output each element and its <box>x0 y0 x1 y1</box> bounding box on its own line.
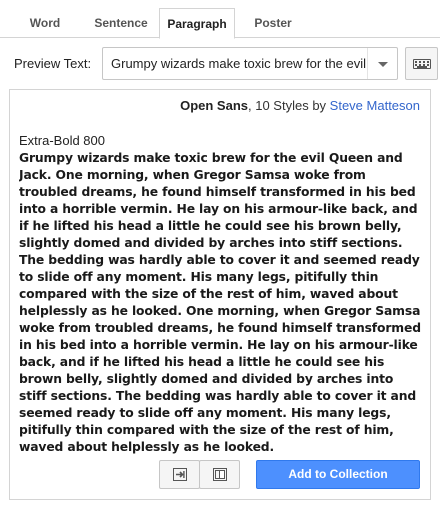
chevron-down-icon <box>378 62 388 67</box>
compare-icon <box>213 468 227 481</box>
compare-button[interactable] <box>199 460 240 489</box>
designer-link[interactable]: Steve Matteson <box>330 98 420 113</box>
preview-dropdown-toggle[interactable] <box>367 48 397 79</box>
keyboard-icon <box>413 59 431 69</box>
preview-text-value: Grumpy wizards make toxic brew for the e… <box>111 56 369 71</box>
preview-text-label: Preview Text: <box>14 56 92 71</box>
tab-word[interactable]: Word <box>14 8 76 39</box>
font-family-name: Open Sans <box>180 98 249 113</box>
tab-paragraph[interactable]: Paragraph <box>159 8 235 39</box>
font-style-name: Extra-Bold 800 <box>19 133 105 148</box>
preview-text-select[interactable]: Grumpy wizards make toxic brew for the e… <box>102 47 398 80</box>
tab-bar: Word Sentence Paragraph Poster <box>0 0 440 39</box>
font-card: Open Sans, 10 Styles by Steve Matteson E… <box>9 89 431 500</box>
font-meta: Open Sans, 10 Styles by Steve Matteson <box>180 98 420 113</box>
add-to-collection-button[interactable]: Add to Collection <box>256 460 420 489</box>
open-in-button[interactable] <box>159 460 200 489</box>
paragraph-preview: Grumpy wizards make toxic brew for the e… <box>19 151 421 454</box>
tab-poster[interactable]: Poster <box>243 8 303 39</box>
keyboard-button[interactable] <box>405 47 438 80</box>
tab-sentence[interactable]: Sentence <box>84 8 158 39</box>
open-in-icon <box>173 468 187 481</box>
font-styles-text: , 10 Styles by <box>248 98 330 113</box>
